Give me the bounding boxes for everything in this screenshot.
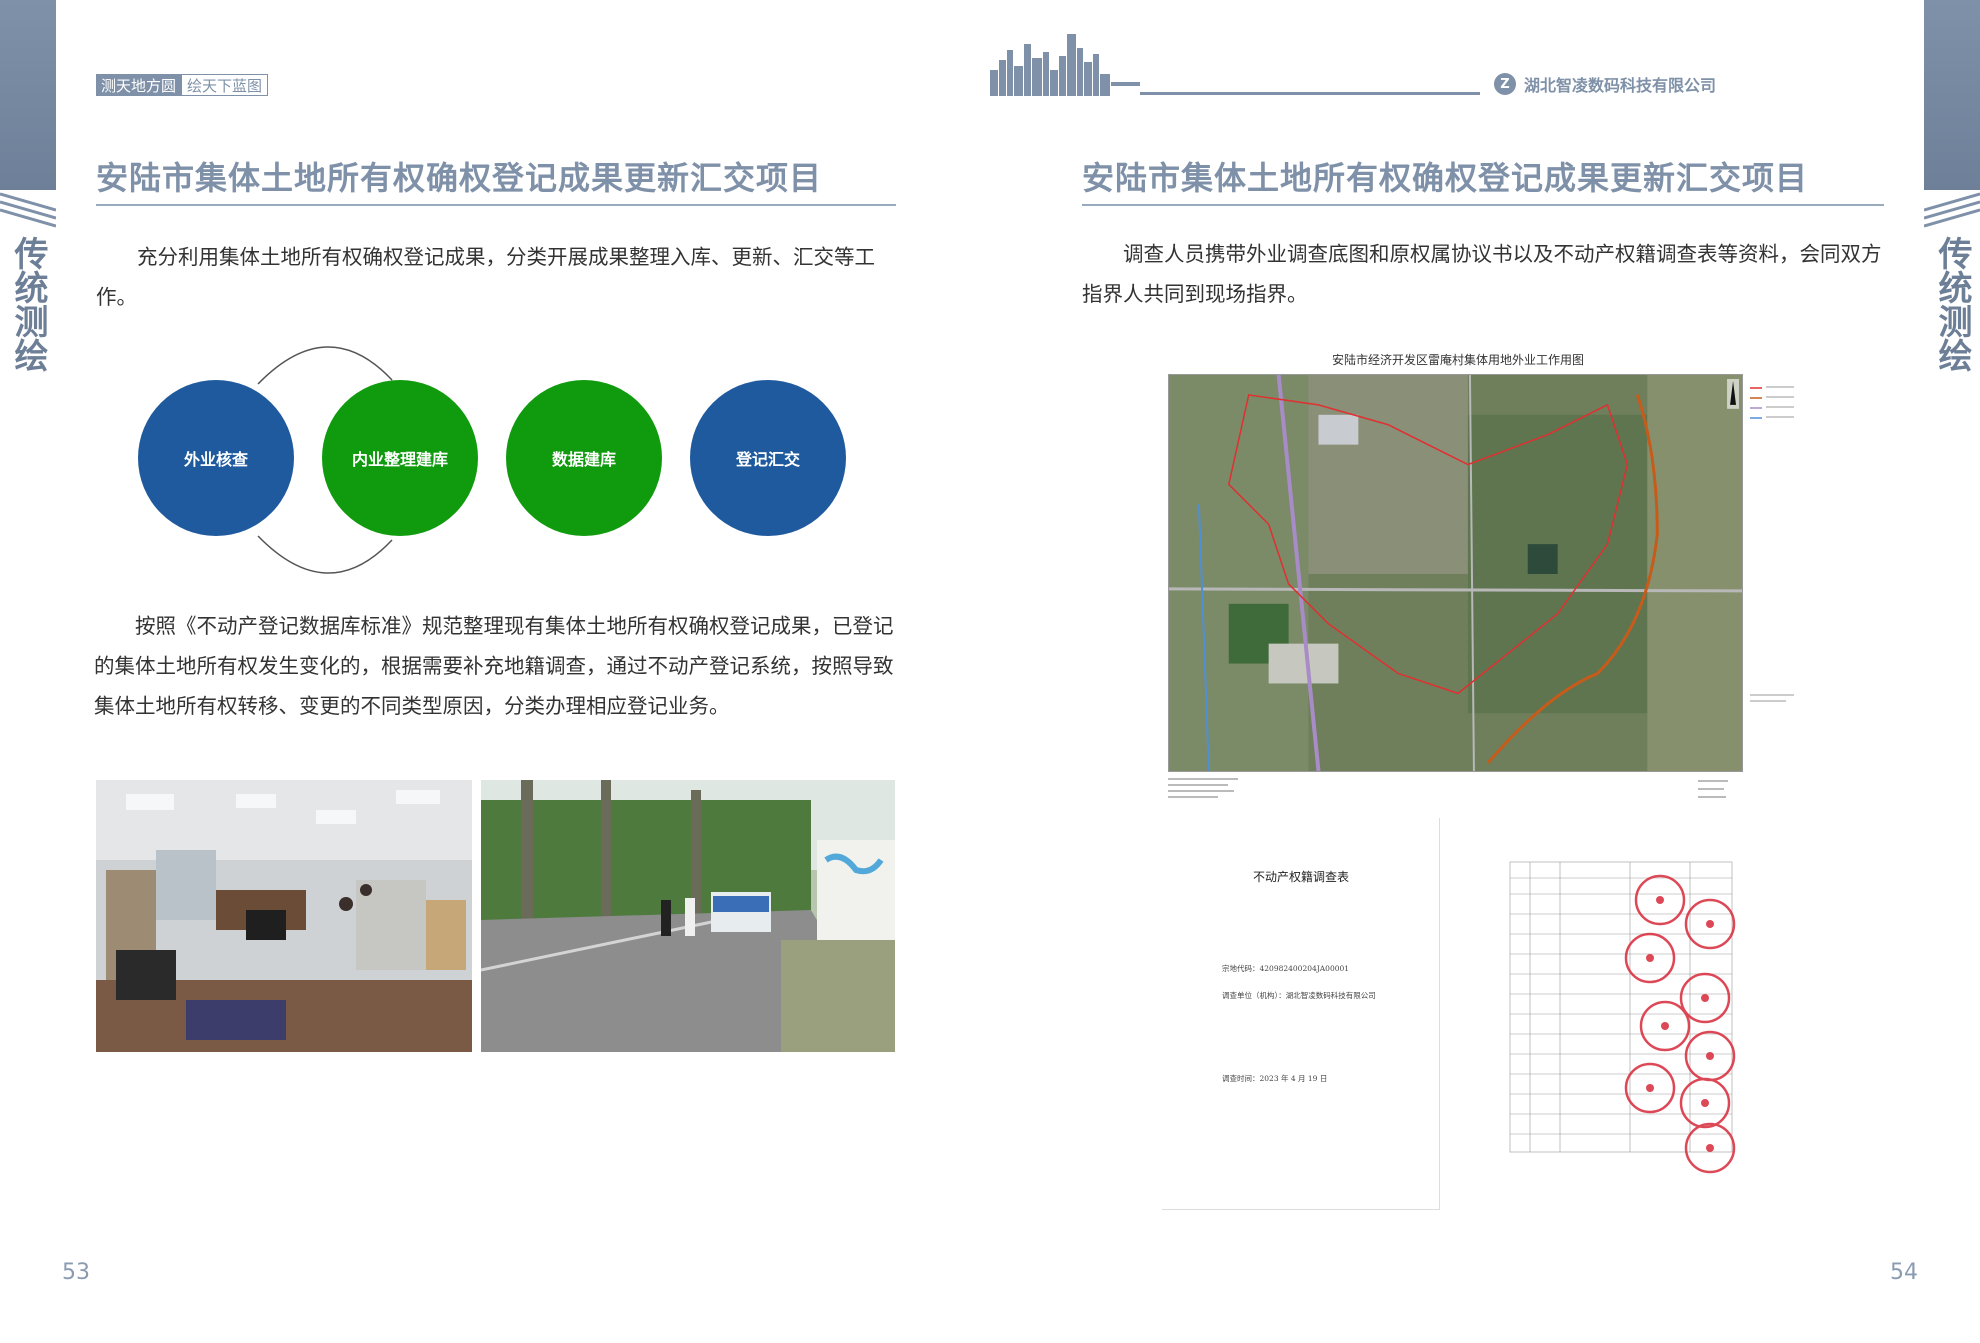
left-title-rule [96, 204, 896, 206]
step-circle-4: 登记汇交 [690, 380, 846, 536]
left-paragraph-2: 按照《不动产登记数据库标准》规范整理现有集体土地所有权确权登记成果，已登记的集体… [94, 614, 894, 718]
slogan: 测天地方圆 绘天下蓝图 [96, 74, 269, 96]
map-caption: 安陆市经济开发区雷庵村集体用地外业工作用图 [1331, 353, 1584, 367]
side-tab-right [1924, 0, 1980, 190]
survey-form-code: 宗地代码：420982400204JA00001 [1222, 964, 1350, 973]
map-footnotes [1168, 778, 1728, 798]
survey-form-unit: 调查单位（机构）：湖北智凌数码科技有限公司 [1222, 991, 1376, 1000]
step-circle-2: 内业整理建库 [322, 380, 478, 536]
slogan-part1: 测天地方圆 [96, 74, 182, 96]
company-name: 湖北智凌数码科技有限公司 [1524, 76, 1717, 95]
right-title-rule [1082, 204, 1884, 206]
workflow-diagram: 外业核查 内业整理建库 数据建库 登记汇交 [130, 340, 860, 580]
page-number-right: 54 [1890, 1260, 1918, 1285]
road-photo [481, 780, 895, 1052]
side-tab-left [0, 0, 56, 190]
step-circle-1: 外业核查 [138, 380, 294, 536]
map-legend [1744, 374, 1800, 714]
skyline-icon [990, 34, 1140, 96]
office-photo [96, 780, 472, 1052]
survey-form-date: 调查时间：2023 年 4 月 19 日 [1222, 1074, 1328, 1083]
signed-table-document [1500, 848, 1750, 1178]
step-circle-3: 数据建库 [506, 380, 662, 536]
side-stripes-right [1924, 192, 1980, 228]
right-paragraph: 调查人员携带外业调查底图和原权属协议书以及不动产权籍调查表等资料，会同双方指界人… [1082, 242, 1882, 306]
side-label-left: 传统测绘 [8, 236, 48, 372]
right-page-title: 安陆市集体土地所有权确权登记成果更新汇交项目 [1082, 159, 1809, 197]
header-rule [1140, 92, 1480, 95]
satellite-map [1168, 374, 1743, 772]
page-number-left: 53 [62, 1260, 90, 1285]
company-brand: Z 湖北智凌数码科技有限公司 [1494, 72, 1716, 96]
company-logo-icon: Z [1494, 73, 1516, 95]
side-stripes-left [0, 192, 56, 228]
survey-form-cover: 不动产权籍调查表 宗地代码：420982400204JA00001 调查单位（机… [1162, 818, 1440, 1210]
side-label-right: 传统测绘 [1932, 236, 1972, 372]
left-page-title: 安陆市集体土地所有权确权登记成果更新汇交项目 [96, 159, 823, 197]
survey-form-title: 不动产权籍调查表 [1252, 870, 1349, 884]
slogan-part2: 绘天下蓝图 [181, 74, 269, 96]
left-paragraph-1: 充分利用集体土地所有权确权登记成果，分类开展成果整理入库、更新、汇交等工作。 [96, 245, 875, 309]
